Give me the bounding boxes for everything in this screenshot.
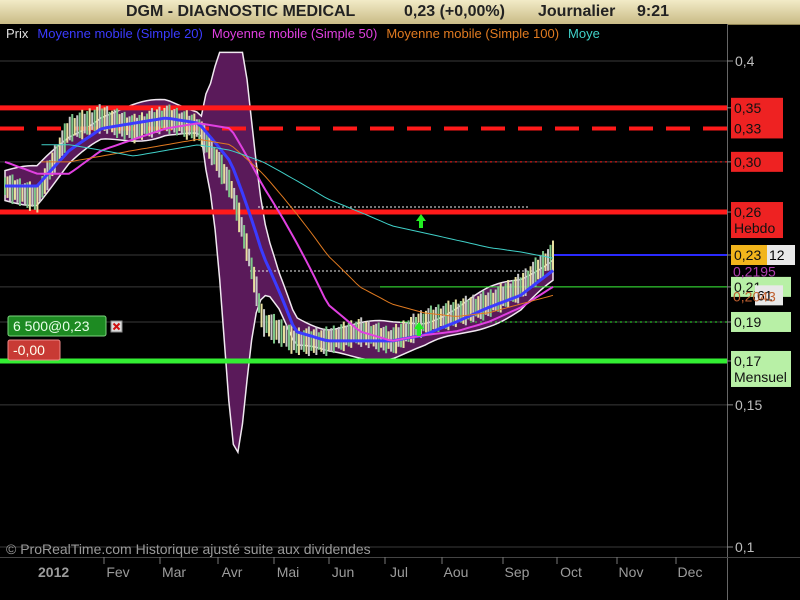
x-tick-label: Dec [678, 564, 703, 580]
time-axis-ticks: Fev Mar Avr Mai Jun Jul Aou Sep Oct Nov Dec [103, 557, 703, 580]
legend-item: Prix [6, 26, 29, 41]
x-tick-label: Oct [560, 564, 582, 580]
ma-tag: 12 [769, 247, 785, 263]
current-price-tag-text: 0,23 [734, 247, 761, 263]
level-tag-value: 0,17 [734, 353, 761, 369]
quote-value: 0,23 (+0,00%) [404, 3, 505, 20]
symbol-title: DGM - DIAGNOSTIC MEDICAL [126, 3, 356, 20]
time-label: 9:21 [637, 3, 670, 20]
ma-tag: 0,2195 [733, 263, 776, 279]
chart-title-bar: DGM - DIAGNOSTIC MEDICAL 0,23 (+0,00%) J… [0, 0, 800, 25]
svg-text:PrixMoyenne mobile (Simple 20): Prix Moyenne mobile (Simple 20) Moyenne mo… [6, 26, 600, 41]
ma-line [41, 138, 554, 317]
legend-item: Moye [568, 26, 600, 41]
y-tick-label: 0,1 [735, 539, 755, 555]
legend-item: Moyenne mobile (Simple 100) [386, 26, 559, 41]
y-tick-label: 0,4 [735, 53, 755, 69]
pnl-badge-text: -0,00 [13, 342, 45, 358]
y-tick-label: 0,15 [735, 397, 762, 413]
x-tick-label: Mar [162, 564, 186, 580]
ma-tag: 0,2043 [733, 289, 776, 305]
x-tick-label: Jul [390, 564, 408, 580]
up-arrow-icon [416, 214, 426, 228]
price-axis-tags: 0,35Hebdo0,330,300,26Hebdo0,210,190,17Me… [731, 97, 795, 387]
legend: Prix Moyenne mobile (Simple 20) Moyenne mo… [0, 24, 727, 44]
level-tag-sublabel: Mensuel [734, 369, 787, 385]
x-tick-label: Jun [332, 564, 355, 580]
price-chart[interactable]: 0,40,350,30,260,230,210,190,170,150,1 0,… [0, 24, 800, 600]
year-label: 2012 [38, 564, 69, 580]
legend-item: Moyenne mobile (Simple 20) [37, 26, 202, 41]
legend-item: Moyenne mobile (Simple 50) [212, 26, 377, 41]
copyright-notice: © ProRealTime.com Historique ajusté suit… [6, 541, 371, 557]
x-tick-label: Fev [106, 564, 129, 580]
level-tag-value: 0,33 [734, 120, 761, 136]
level-tag-value: 0,19 [734, 314, 761, 330]
x-tick-label: Mai [277, 564, 300, 580]
x-tick-label: Nov [619, 564, 644, 580]
x-tick-label: Aou [444, 564, 469, 580]
level-tag-value: 0,26 [734, 204, 761, 220]
level-tag-sublabel: Hebdo [734, 220, 775, 236]
x-tick-label: Sep [505, 564, 530, 580]
order-badge[interactable]: 6 500@0,23 [7, 315, 123, 337]
pnl-badge: -0,00 [7, 339, 61, 361]
order-badge-text: 6 500@0,23 [13, 318, 90, 334]
x-tick-label: Avr [222, 564, 243, 580]
period-label: Journalier [538, 3, 616, 20]
level-tag-value: 0,35 [734, 100, 761, 116]
level-tag-value: 0,30 [734, 154, 761, 170]
